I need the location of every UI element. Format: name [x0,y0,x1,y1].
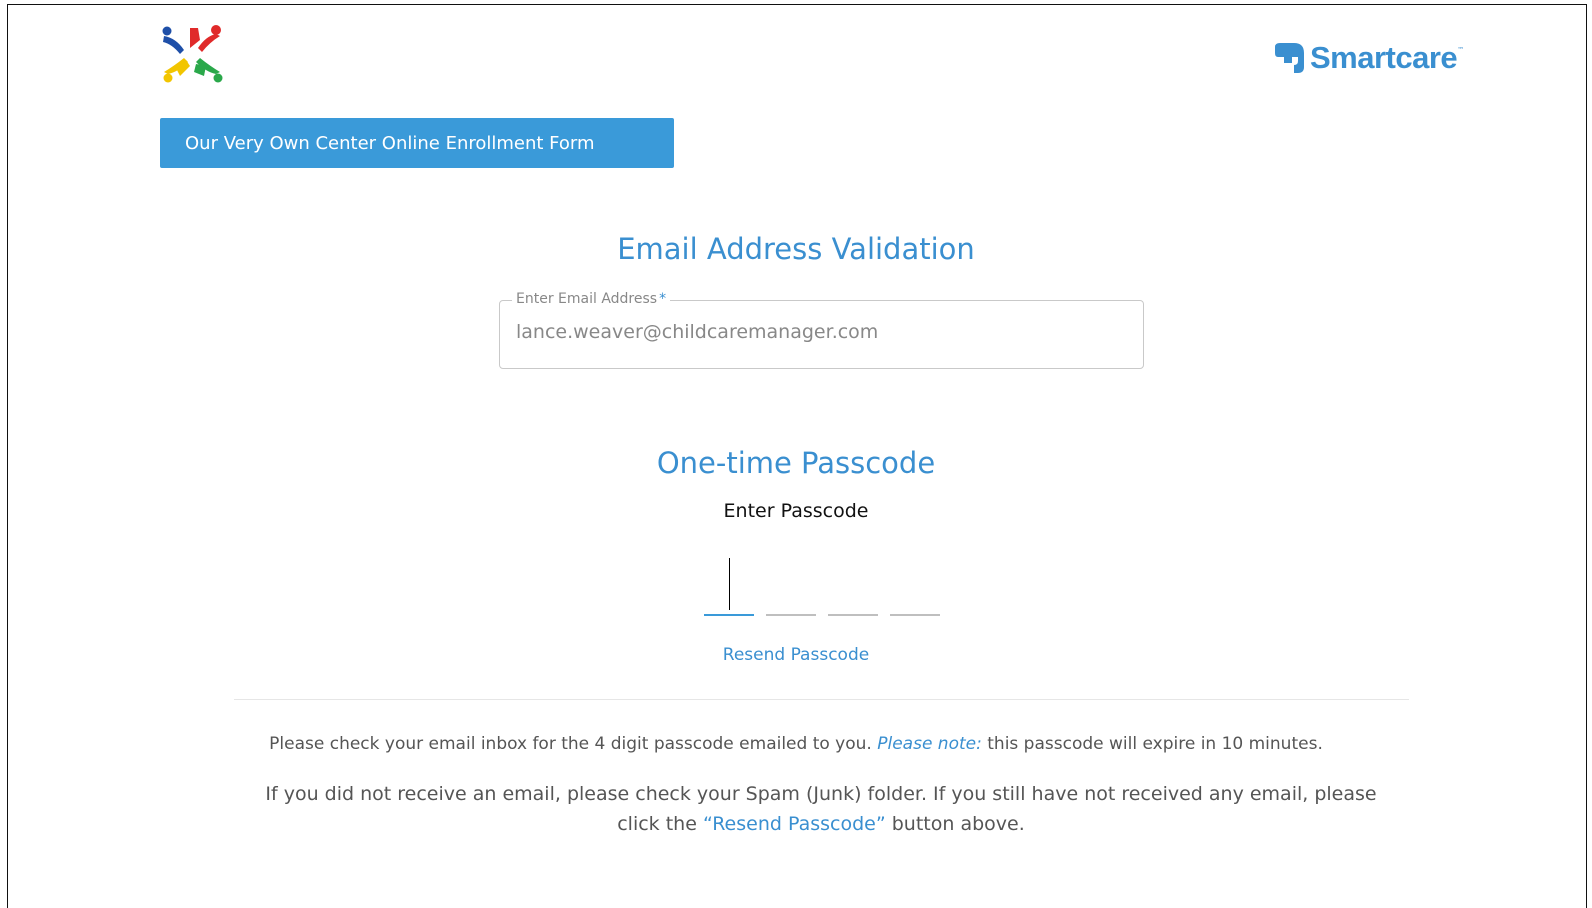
organization-logo [162,25,223,83]
email-validation-heading: Email Address Validation [617,232,975,266]
email-field-label: Enter Email Address * [512,291,671,307]
resend-passcode-link[interactable]: Resend Passcode [0,645,1592,665]
trademark-mark: ™ [1457,46,1465,54]
divider [234,699,1409,700]
spam-folder-note: If you did not receive an email, please … [260,779,1382,839]
spam-text-2: button above. [891,813,1025,835]
enrollment-form-banner[interactable]: Our Very Own Center Online Enrollment Fo… [160,118,674,168]
brand-name: Smartcare [1310,40,1458,75]
note-text-2: this passcode will expire in 10 minutes. [987,734,1323,754]
email-field-label-text: Enter Email Address [516,291,658,307]
passcode-inputs [704,548,940,620]
required-marker: * [659,291,667,307]
email-field: Enter Email Address * [499,291,1144,369]
email-input[interactable] [516,321,1126,343]
enter-passcode-label: Enter Passcode [723,500,869,522]
passcode-digit-4[interactable] [890,548,940,616]
elephant-icon [1275,43,1304,73]
note-emphasis: Please note: [877,734,982,754]
passcode-digit-2[interactable] [766,548,816,616]
passcode-expiry-note: Please check your email inbox for the 4 … [0,734,1592,754]
text-caret [729,558,730,610]
note-text-1: Please check your email inbox for the 4 … [269,734,872,754]
resend-passcode-inline-link[interactable]: “Resend Passcode” [703,813,886,835]
passcode-heading: One-time Passcode [656,446,936,480]
smartcare-logo: Smartcare ™ [1272,40,1464,76]
passcode-digit-3[interactable] [828,548,878,616]
